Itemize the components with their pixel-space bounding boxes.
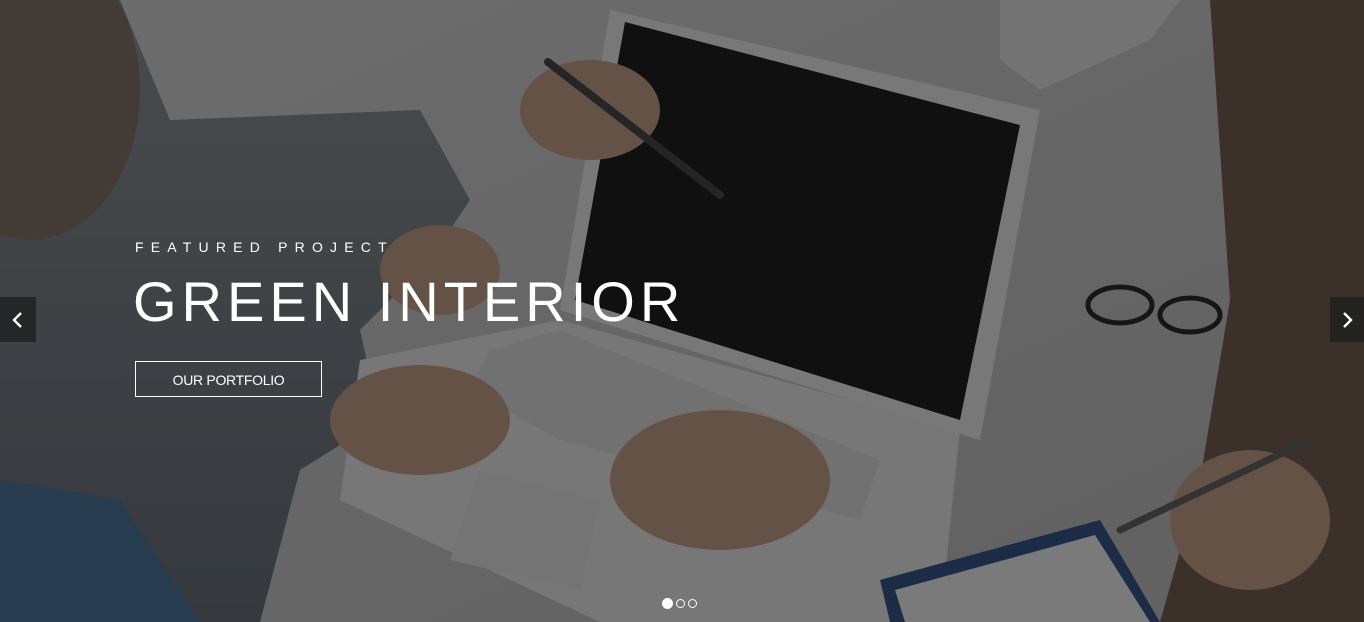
- our-portfolio-button[interactable]: OUR PORTFOLIO: [135, 361, 322, 397]
- pagination-dot-1[interactable]: [662, 598, 673, 609]
- slide-eyebrow: FEATURED PROJECT: [135, 239, 394, 255]
- hero-slider: FEATURED PROJECT GREEN INTERIOR OUR PORT…: [0, 0, 1364, 622]
- chevron-left-icon: [12, 311, 22, 328]
- next-slide-button[interactable]: [1330, 297, 1364, 342]
- slide-title: GREEN INTERIOR: [133, 270, 686, 333]
- pagination-dot-2[interactable]: [676, 599, 685, 608]
- pagination-dot-3[interactable]: [688, 599, 697, 608]
- prev-slide-button[interactable]: [0, 297, 36, 342]
- slider-pagination: [662, 598, 697, 609]
- slide-caption: FEATURED PROJECT GREEN INTERIOR OUR PORT…: [133, 238, 686, 397]
- chevron-right-icon: [1343, 311, 1353, 328]
